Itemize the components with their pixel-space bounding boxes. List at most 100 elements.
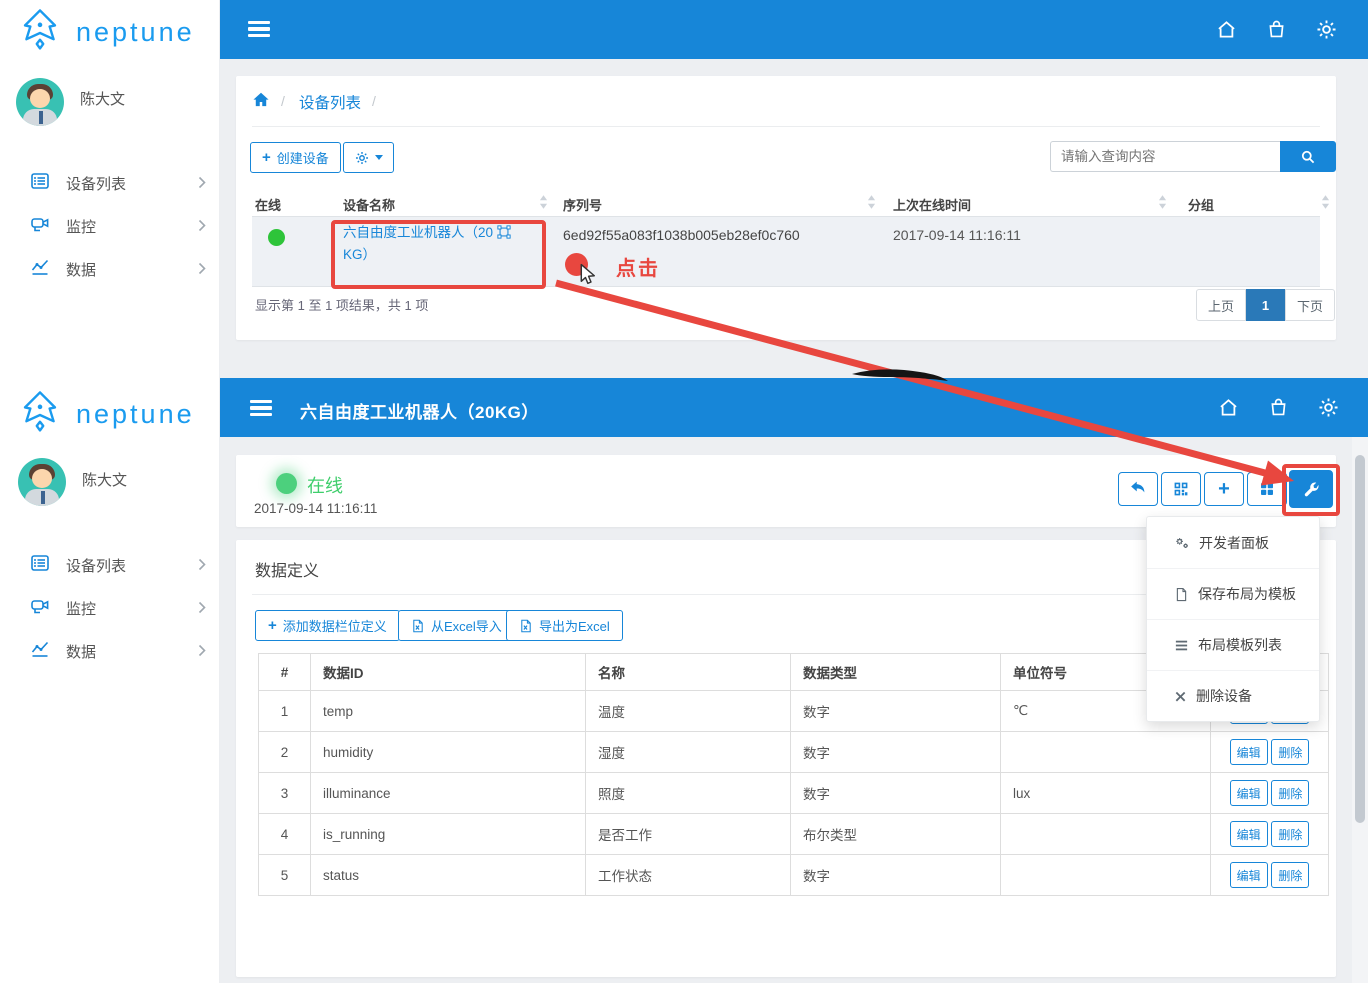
qr-code-button[interactable] xyxy=(1161,472,1201,506)
field-id: temp xyxy=(311,691,586,732)
sidebar-item-data[interactable]: 数据 xyxy=(0,254,220,284)
field-name: 湿度 xyxy=(586,732,791,773)
store-bag-icon[interactable] xyxy=(1266,19,1287,45)
home-icon[interactable] xyxy=(1216,19,1237,45)
data-chart-icon xyxy=(30,639,50,664)
file-icon xyxy=(1174,587,1189,602)
delete-button[interactable]: 删除 xyxy=(1271,780,1309,806)
scrollbar-thumb[interactable] xyxy=(1355,455,1365,823)
edit-button[interactable]: 编辑 xyxy=(1230,821,1268,847)
home-icon[interactable] xyxy=(1218,397,1239,423)
user-name: 陈大文 xyxy=(82,469,127,490)
sort-icon[interactable] xyxy=(1158,195,1167,214)
table-row: 4 is_running 是否工作 布尔类型 编辑 删除 xyxy=(259,814,1329,855)
undo-arrow-icon xyxy=(1129,480,1147,498)
edit-button[interactable]: 编辑 xyxy=(1230,780,1268,806)
last-online-time: 2017-09-14 11:16:11 xyxy=(254,501,377,516)
chevron-right-icon xyxy=(198,558,206,576)
annotation-click-label: 点击 xyxy=(616,252,660,281)
top-navbar xyxy=(220,0,1368,59)
plus-icon: + xyxy=(268,618,277,633)
store-bag-icon[interactable] xyxy=(1268,397,1289,423)
table-row: 2 humidity 湿度 数字 编辑 删除 xyxy=(259,732,1329,773)
neptune-logo-icon[interactable] xyxy=(17,389,63,440)
panel-title: 数据定义 xyxy=(255,557,319,581)
back-button[interactable] xyxy=(1118,472,1158,506)
add-widget-button[interactable]: + xyxy=(1204,472,1244,506)
gear-icon xyxy=(355,151,369,165)
page: neptune 陈大文 设备列表 监控 数据 xyxy=(0,0,1368,983)
sidebar-item-device-list[interactable]: 设备列表 xyxy=(0,168,220,198)
gears-icon xyxy=(1174,535,1190,551)
layout-grid-button[interactable] xyxy=(1247,472,1287,506)
gear-icon[interactable] xyxy=(1316,19,1337,45)
create-device-button[interactable]: +创建设备 xyxy=(250,142,341,173)
breadcrumb-section[interactable]: 设备列表 xyxy=(299,91,361,113)
field-name: 是否工作 xyxy=(586,814,791,855)
sidebar-item-monitor[interactable]: 监控 xyxy=(0,211,220,241)
search-input[interactable] xyxy=(1050,141,1280,172)
sidebar-item-monitor[interactable]: 监控 xyxy=(0,593,220,623)
plus-icon: + xyxy=(1218,479,1230,499)
table-row: 3 illuminance 照度 数字 lux 编辑 删除 xyxy=(259,773,1329,814)
online-status-label: 在线 xyxy=(307,472,343,498)
table-settings-dropdown-button[interactable] xyxy=(343,142,394,173)
device-list-icon xyxy=(30,553,50,578)
sidebar-item-device-list[interactable]: 设备列表 xyxy=(0,550,220,580)
edit-button[interactable]: 编辑 xyxy=(1230,739,1268,765)
avatar[interactable] xyxy=(18,458,66,506)
breadcrumb-home-icon[interactable] xyxy=(252,91,270,114)
field-unit xyxy=(1001,732,1211,773)
device-list-card: / 设备列表 / +创建设备 在线 设备名称 序列号 上次在线时间 分组 xyxy=(236,76,1336,340)
dropdown-item-save-layout-template[interactable]: 保存布局为模板 xyxy=(1147,568,1319,619)
col-header-group: 分组 xyxy=(1188,195,1214,214)
delete-button[interactable]: 删除 xyxy=(1271,739,1309,765)
add-data-field-button[interactable]: +添加数据栏位定义 xyxy=(255,610,400,641)
delete-button[interactable]: 删除 xyxy=(1271,862,1309,888)
user-name: 陈大文 xyxy=(80,88,125,109)
sort-icon[interactable] xyxy=(867,195,876,214)
annotation-box-tools-button xyxy=(1282,464,1340,516)
sidebar: neptune 陈大文 设备列表 监控 数据 xyxy=(0,0,220,378)
results-summary: 显示第 1 至 1 项结果，共 1 项 xyxy=(255,295,428,314)
gear-icon[interactable] xyxy=(1318,397,1339,423)
pagination-next-button[interactable]: 下页 xyxy=(1285,289,1335,321)
monitor-camera-icon xyxy=(30,214,50,239)
device-list-icon xyxy=(30,171,50,196)
logo-wordmark[interactable]: neptune xyxy=(76,399,195,430)
field-type: 数字 xyxy=(791,732,1001,773)
neptune-logo-icon[interactable] xyxy=(17,7,63,58)
hamburger-icon[interactable] xyxy=(250,400,272,416)
search-button[interactable] xyxy=(1280,141,1336,172)
scrollbar-track xyxy=(1352,437,1368,983)
sidebar-item-data[interactable]: 数据 xyxy=(0,636,220,666)
logo-wordmark[interactable]: neptune xyxy=(76,17,195,48)
col-header-online: 在线 xyxy=(255,195,281,214)
sort-icon[interactable] xyxy=(1321,195,1330,214)
hamburger-icon[interactable] xyxy=(248,21,270,37)
field-name: 工作状态 xyxy=(586,855,791,896)
device-tools-dropdown: 开发者面板 保存布局为模板 布局模板列表 删除设备 xyxy=(1146,516,1320,722)
sort-icon[interactable] xyxy=(539,195,548,214)
chevron-right-icon xyxy=(198,262,206,280)
dropdown-item-delete-device[interactable]: 删除设备 xyxy=(1147,670,1319,721)
field-unit xyxy=(1001,855,1211,896)
delete-button[interactable]: 删除 xyxy=(1271,821,1309,847)
field-id: illuminance xyxy=(311,773,586,814)
import-excel-button[interactable]: 从Excel导入 xyxy=(398,610,515,641)
pagination-page-1[interactable]: 1 xyxy=(1246,289,1285,321)
edit-button[interactable]: 编辑 xyxy=(1230,862,1268,888)
col-header-name: 设备名称 xyxy=(343,195,395,214)
pagination-prev-button[interactable]: 上页 xyxy=(1196,289,1246,321)
col-header-index: # xyxy=(259,654,311,691)
chevron-right-icon xyxy=(198,219,206,237)
field-type: 数字 xyxy=(791,773,1001,814)
grid-icon xyxy=(1259,481,1275,497)
top-navbar: 六自由度工业机器人（20KG） xyxy=(220,378,1368,437)
dropdown-item-layout-template-list[interactable]: 布局模板列表 xyxy=(1147,619,1319,670)
col-header-serial: 序列号 xyxy=(563,195,602,214)
dropdown-item-developer-panel[interactable]: 开发者面板 xyxy=(1147,517,1319,568)
export-excel-button[interactable]: 导出为Excel xyxy=(506,610,623,641)
field-type: 布尔类型 xyxy=(791,814,1001,855)
avatar[interactable] xyxy=(16,78,64,126)
